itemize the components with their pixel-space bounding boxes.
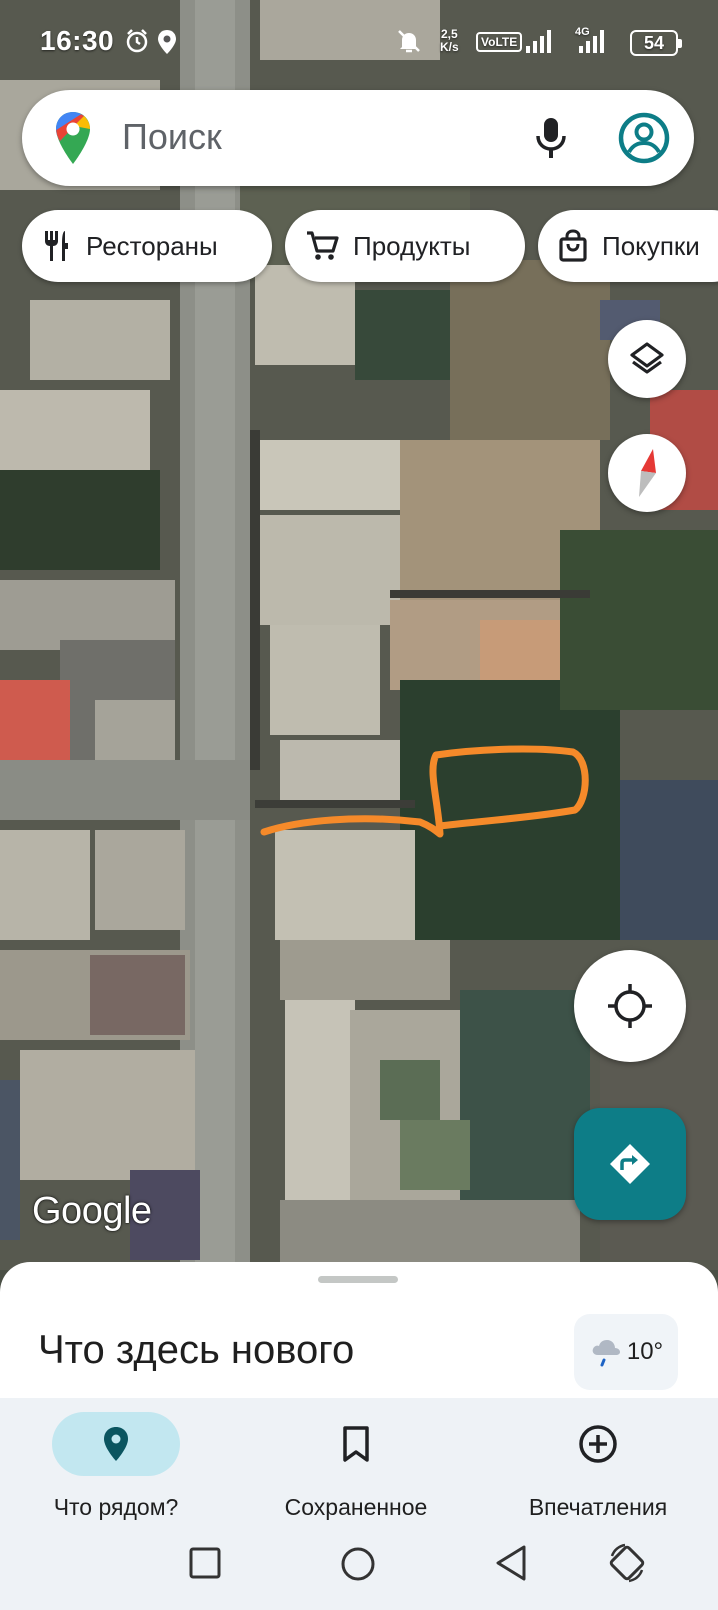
mute-bell-icon: [398, 30, 420, 53]
bookmark-icon: [343, 1426, 369, 1462]
nav-active-pill: [52, 1412, 180, 1476]
battery-icon: 54: [630, 30, 682, 56]
search-input[interactable]: Поиск: [122, 116, 222, 158]
signal-icon-2: [579, 30, 604, 53]
directions-icon: [610, 1144, 650, 1184]
battery-level: 54: [643, 33, 665, 53]
account-icon[interactable]: [616, 110, 672, 166]
bottom-sheet[interactable]: Что здесь нового 10°: [0, 1262, 718, 1402]
nav-saved[interactable]: Сохраненное: [246, 1412, 466, 1524]
compass-icon: [639, 449, 656, 497]
sheet-drag-handle[interactable]: [318, 1276, 398, 1283]
net-speed-unit: K/s: [440, 40, 459, 54]
recents-icon[interactable]: [188, 1546, 222, 1580]
nav-label: Сохраненное: [284, 1494, 428, 1520]
temperature: 10°: [626, 1338, 664, 1365]
compass-button[interactable]: [608, 434, 686, 512]
back-icon[interactable]: [494, 1544, 528, 1582]
sheet-title: Что здесь нового: [38, 1328, 355, 1372]
shopping-bag-icon: [559, 229, 587, 262]
directions-button[interactable]: [574, 1108, 686, 1220]
alarm-icon: [126, 29, 148, 53]
maps-pin-icon: [56, 112, 90, 164]
maps-screen: 16:30 2,5 K/s VoLTE 4G 54 Поиск Ресторан…: [0, 0, 718, 1610]
nav-explore[interactable]: Что рядом?: [6, 1412, 226, 1524]
nav-pill: [534, 1412, 662, 1476]
map-view[interactable]: [0, 0, 718, 1270]
chip-restaurants[interactable]: Рестораны: [22, 210, 272, 282]
net-speed: 2,5 K/s: [440, 28, 459, 54]
weather-chip[interactable]: 10°: [574, 1314, 678, 1390]
home-icon[interactable]: [340, 1546, 376, 1582]
search-bar[interactable]: Поиск: [22, 90, 694, 186]
chip-label: Покупки: [602, 230, 700, 261]
crosshair-icon: [608, 984, 652, 1028]
restaurant-icon: [45, 231, 68, 261]
cloud-rain-icon: [592, 1340, 620, 1367]
layers-icon: [630, 342, 664, 374]
add-circle-icon: [579, 1425, 617, 1463]
cart-icon: [307, 231, 339, 260]
status-time: 16:30: [40, 25, 115, 56]
signal-icon-1: [526, 30, 551, 53]
location-icon: [158, 30, 176, 54]
rotate-screen-icon[interactable]: [606, 1542, 648, 1584]
chip-label: Рестораны: [86, 230, 218, 261]
mic-icon[interactable]: [534, 116, 568, 160]
bottom-nav: Что рядом? Сохраненное Впечатления: [0, 1398, 718, 1610]
nav-label: Впечатления: [528, 1494, 668, 1520]
volte-badge: VoLTE: [476, 32, 523, 52]
google-attribution: Google: [32, 1190, 152, 1232]
nav-pill: [292, 1412, 420, 1476]
satellite-imagery: [0, 0, 718, 1270]
status-bar: 16:30 2,5 K/s VoLTE 4G 54: [0, 18, 718, 68]
my-location-button[interactable]: [574, 950, 686, 1062]
chip-label: Продукты: [353, 230, 471, 261]
layers-button[interactable]: [608, 320, 686, 398]
chip-groceries[interactable]: Продукты: [285, 210, 525, 282]
chip-shopping[interactable]: Покупки: [538, 210, 718, 282]
nav-contribute[interactable]: Впечатления: [488, 1412, 708, 1524]
place-icon: [104, 1427, 128, 1461]
nav-label: Что рядом?: [53, 1494, 179, 1520]
